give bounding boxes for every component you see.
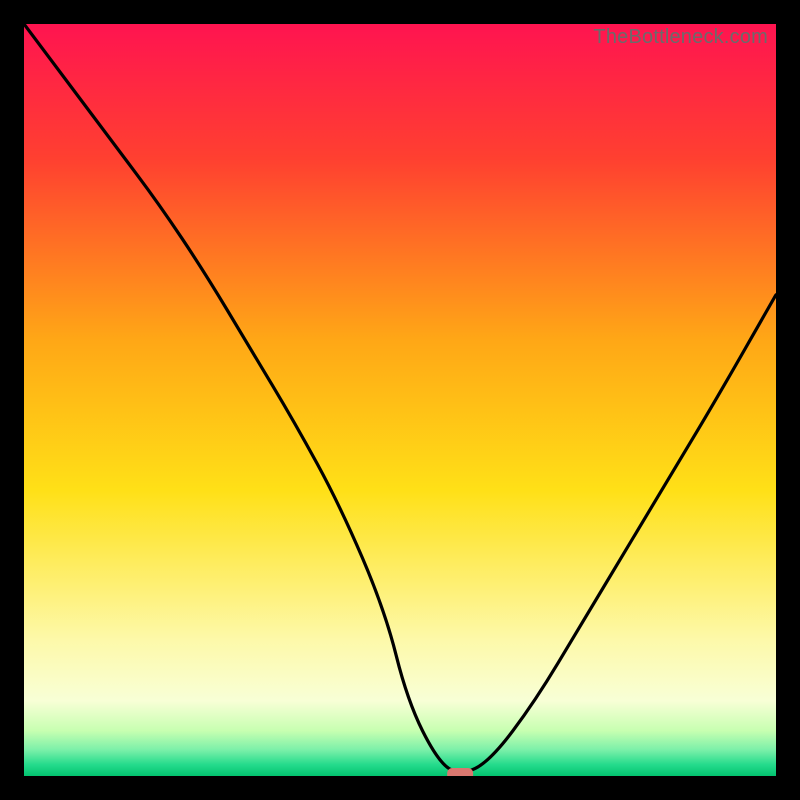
watermark-text: TheBottleneck.com (593, 26, 768, 49)
chart-svg (24, 24, 776, 776)
chart-frame: TheBottleneck.com (24, 24, 776, 776)
chart-plot (24, 24, 776, 776)
chart-background (24, 24, 776, 776)
min-marker (447, 768, 473, 776)
